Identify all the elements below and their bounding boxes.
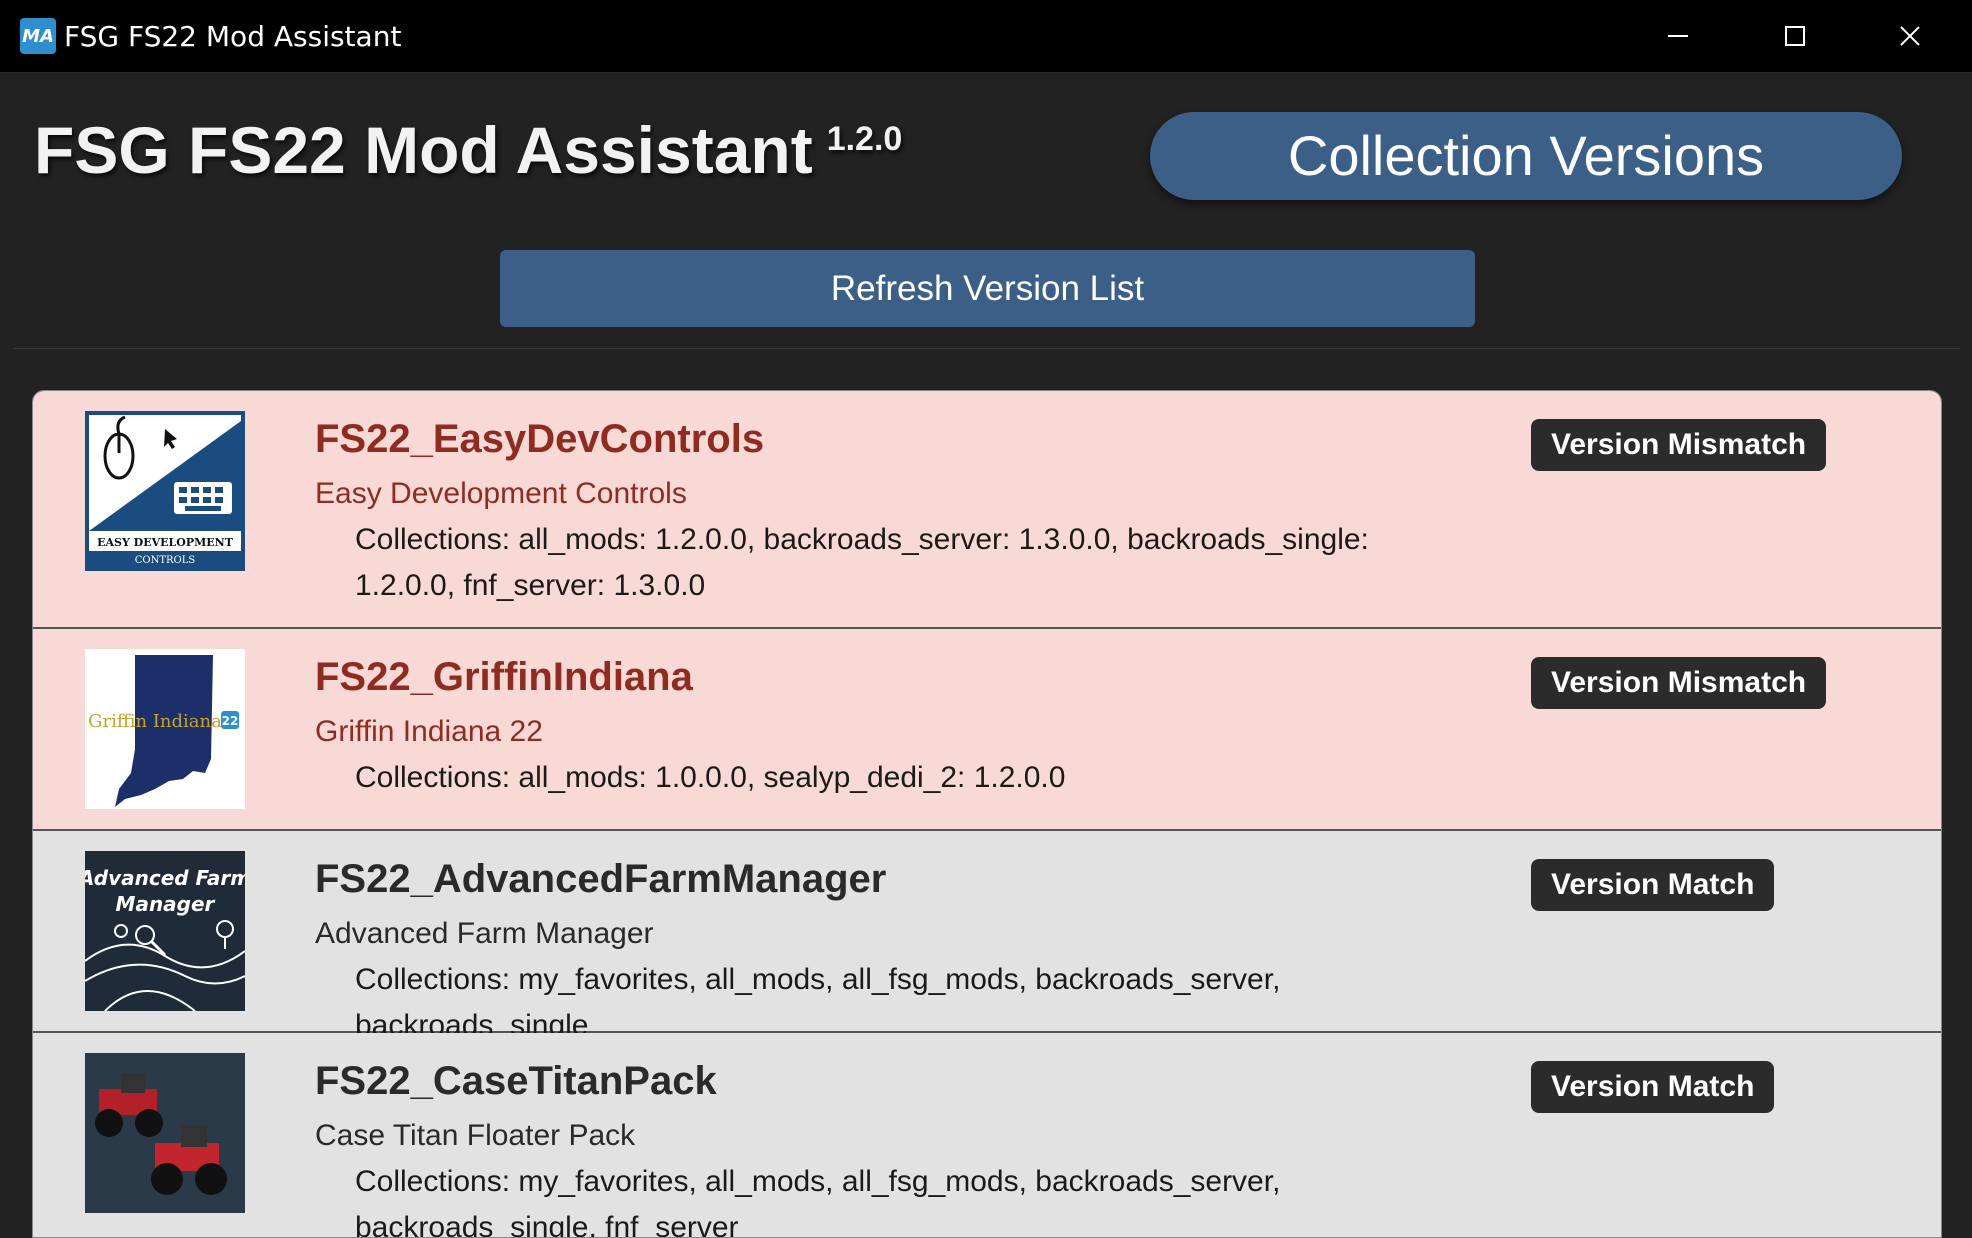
mod-title: Easy Development Controls [315,477,687,510]
window-title: FSG FS22 Mod Assistant [64,20,402,53]
app-logo-icon: MA [20,18,56,54]
mod-title: Case Titan Floater Pack [315,1119,636,1152]
maximize-icon[interactable] [1775,16,1815,56]
mod-icon: Griffin Indiana 22 [85,649,245,809]
divider [14,348,1960,349]
close-icon[interactable] [1890,16,1930,56]
indiana-map-icon: Griffin Indiana 22 [85,649,245,809]
list-item: EASY DEVELOPMENT CONTROLS FS22_EasyDevCo… [33,391,1941,629]
svg-text:Advanced Farm: Advanced Farm [85,866,245,890]
title-bar: MA FSG FS22 Mod Assistant [0,0,1972,73]
mod-version-list[interactable]: EASY DEVELOPMENT CONTROLS FS22_EasyDevCo… [32,390,1942,1238]
mod-icon: Advanced Farm Manager [85,851,245,1011]
list-item: Griffin Indiana 22 FS22_GriffinIndiana G… [33,629,1941,831]
minimize-icon[interactable] [1658,16,1698,56]
page-title: Collection Versions [1150,112,1902,200]
svg-text:CONTROLS: CONTROLS [135,555,196,566]
mod-title: Advanced Farm Manager [315,917,654,950]
svg-text:22: 22 [222,714,239,728]
svg-text:Griffin Indiana: Griffin Indiana [88,711,222,732]
status-badge: Version Match [1531,1061,1775,1113]
easy-dev-controls-icon: EASY DEVELOPMENT CONTROLS [85,411,245,571]
mod-name: FS22_CaseTitanPack [315,1059,717,1103]
app-heading: FSG FS22 Mod Assistant 1.2.0 [34,112,902,188]
status-badge: Version Mismatch [1531,419,1827,471]
mod-collections: Collections: my_favorites, all_mods, all… [355,1165,1281,1238]
svg-text:Manager: Manager [116,892,216,916]
svg-text:EASY DEVELOPMENT: EASY DEVELOPMENT [97,536,234,549]
status-badge: Version Mismatch [1531,657,1827,709]
case-titan-tractor-icon [85,1053,245,1213]
refresh-version-list-button[interactable]: Refresh Version List [500,250,1475,327]
mod-name: FS22_AdvancedFarmManager [315,857,887,901]
advanced-farm-manager-icon: Advanced Farm Manager [85,851,245,1011]
list-item: Advanced Farm Manager FS22_AdvancedFarmM… [33,831,1941,1042]
mod-name: FS22_EasyDevControls [315,417,765,461]
mod-collections: Collections: all_mods: 1.0.0.0, sealyp_d… [355,761,1066,794]
mod-icon [85,1053,245,1213]
mod-collections: Collections: all_mods: 1.2.0.0, backroad… [355,523,1369,602]
mod-icon: EASY DEVELOPMENT CONTROLS [85,411,245,571]
app-name: FSG FS22 Mod Assistant [34,113,813,187]
mod-title: Griffin Indiana 22 [315,715,543,748]
status-badge: Version Match [1531,859,1775,911]
app-version: 1.2.0 [826,120,903,158]
list-item: FS22_CaseTitanPack Case Titan Floater Pa… [33,1033,1941,1238]
mod-name: FS22_GriffinIndiana [315,655,693,699]
